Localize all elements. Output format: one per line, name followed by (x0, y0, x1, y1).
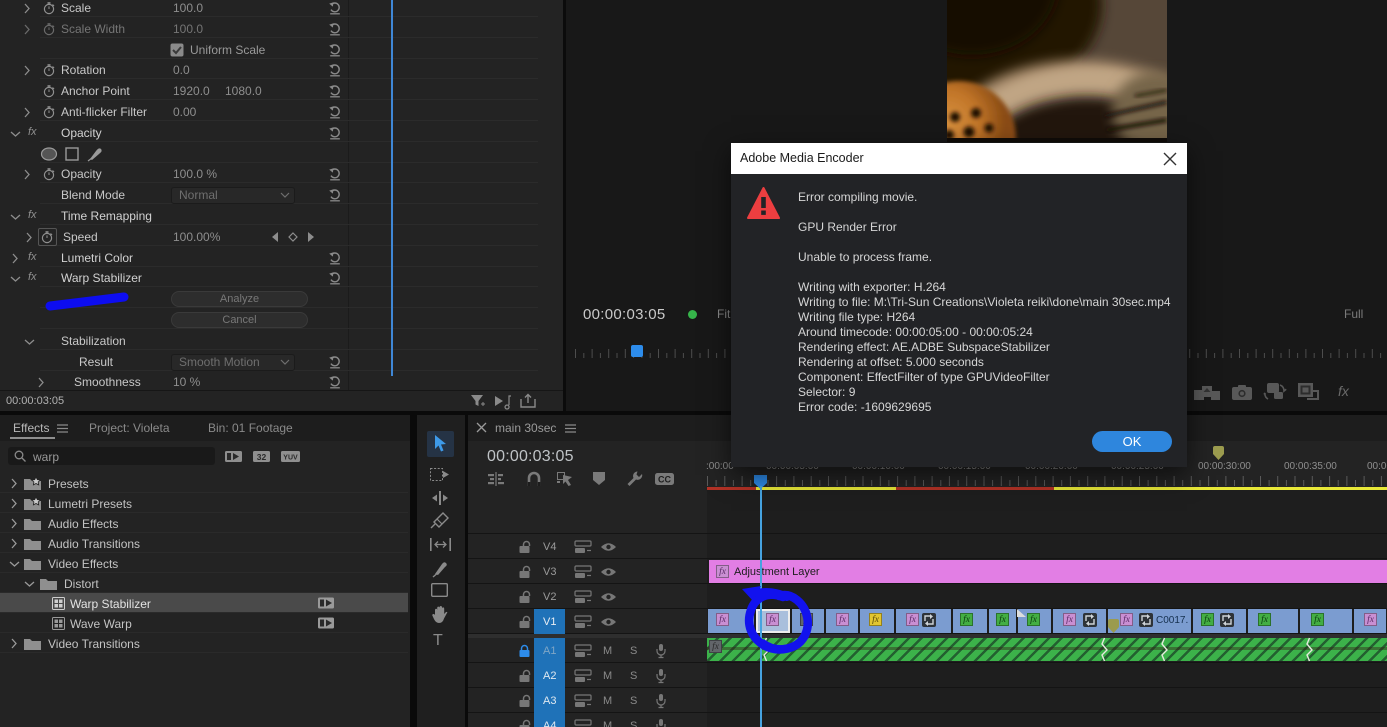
svg-text:CC: CC (658, 475, 671, 485)
svg-text:YUV: YUV (283, 455, 298, 462)
svg-text:32: 32 (257, 452, 267, 462)
